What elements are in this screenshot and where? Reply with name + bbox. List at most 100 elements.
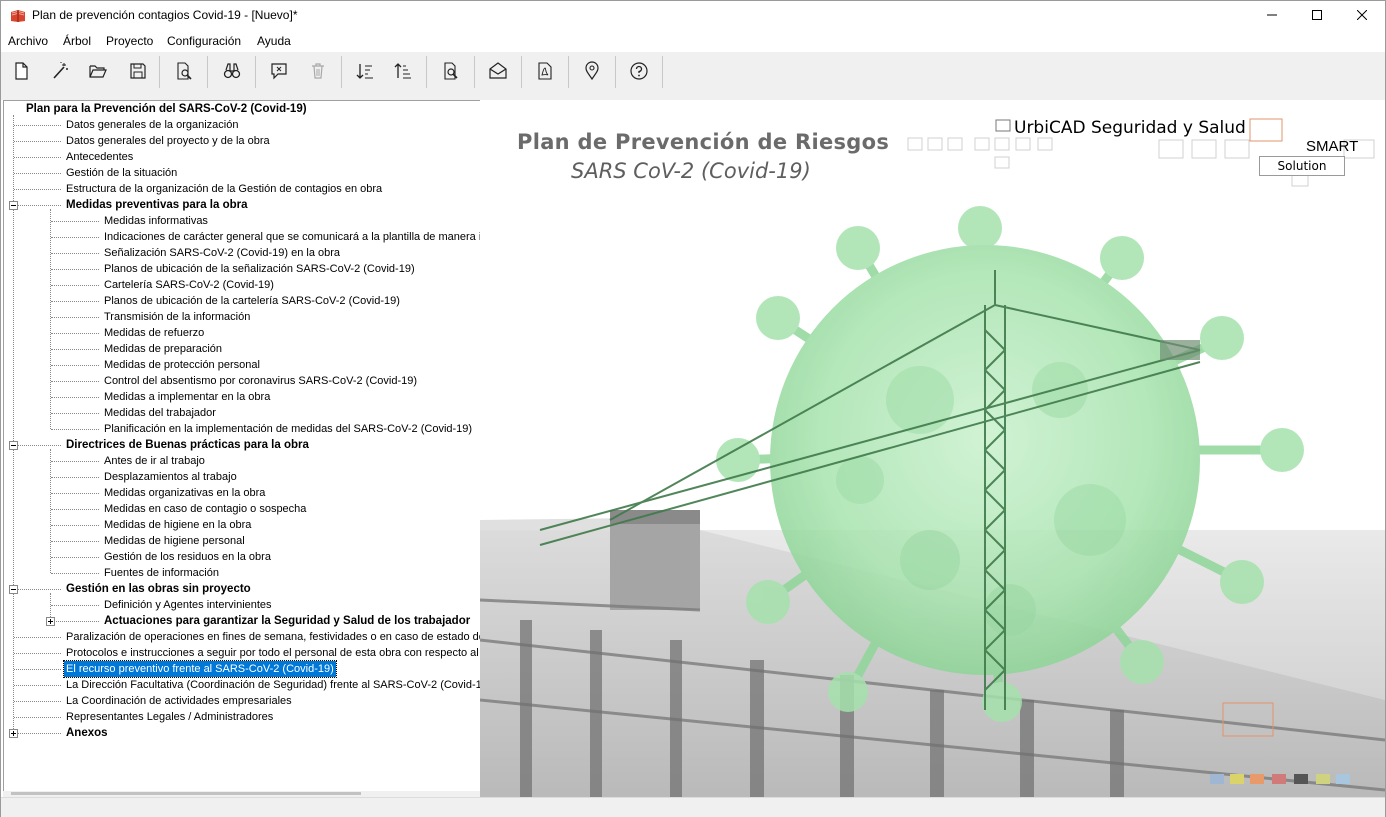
tree-item-label[interactable]: Control del absentismo por coronavirus S… [102,373,419,389]
tree-item[interactable]: Protocolos e instrucciones a seguir por … [4,645,480,661]
tree-item[interactable]: Cartelería SARS-CoV-2 (Covid-19) [4,277,480,293]
tree-item[interactable]: Definición y Agentes intervinientes [4,597,480,613]
expand-icon[interactable] [46,617,55,626]
tree-item-label[interactable]: Planos de ubicación de la cartelería SAR… [102,293,402,309]
tree-item[interactable]: Medidas de protección personal [4,357,480,373]
tree-item[interactable]: Medidas preventivas para la obra [4,197,480,213]
tree-item[interactable]: Planos de ubicación de la señalización S… [4,261,480,277]
close-button[interactable] [1339,1,1385,31]
tree-item-label[interactable]: Indicaciones de carácter general que se … [102,229,480,245]
tree-item-label[interactable]: Planificación en la implementación de me… [102,421,474,437]
tree-item-label[interactable]: Gestión en las obras sin proyecto [64,581,253,597]
tree-item[interactable]: Datos generales de la organización [4,117,480,133]
collapse-icon[interactable] [9,201,18,210]
print-preview-button[interactable] [169,58,199,86]
tree-item[interactable]: Paralización de operaciones en fines de … [4,629,480,645]
tree-item-label[interactable]: Estructura de la organización de la Gest… [64,181,384,197]
tree-item-label[interactable]: Medidas del trabajador [102,405,218,421]
new-document-button[interactable] [6,58,36,86]
tree-item[interactable]: Antes de ir al trabajo [4,453,480,469]
tree-item[interactable]: Medidas organizativas en la obra [4,485,480,501]
tree-item[interactable]: Planificación en la implementación de me… [4,421,480,437]
tree-item[interactable]: Estructura de la organización de la Gest… [4,181,480,197]
sort-descending-button[interactable] [350,58,380,86]
tree-item-label[interactable]: Protocolos e instrucciones a seguir por … [64,645,480,661]
collapse-icon[interactable] [9,441,18,450]
minimize-button[interactable] [1249,1,1295,31]
tree-item-label[interactable]: Datos generales del proyecto y de la obr… [64,133,272,149]
tree-item-label[interactable]: Gestión de los residuos en la obra [102,549,273,565]
tree-item-label[interactable]: Gestión de la situación [64,165,179,181]
tree-root-label[interactable]: Plan para la Prevención del SARS-CoV-2 (… [24,101,309,117]
tree-item-label[interactable]: Paralización de operaciones en fines de … [64,629,480,645]
tree-item[interactable]: Medidas en caso de contagio o sospecha [4,501,480,517]
tree-item-label[interactable]: Medidas a implementar en la obra [102,389,272,405]
tree-item[interactable]: Transmisión de la información [4,309,480,325]
tree-item-label[interactable]: Planos de ubicación de la señalización S… [102,261,417,277]
pdf-button[interactable] [530,58,560,86]
tree-item[interactable]: Medidas informativas [4,213,480,229]
tree-item[interactable]: La Dirección Facultativa (Coordinación d… [4,677,480,693]
tree-item[interactable]: Indicaciones de carácter general que se … [4,229,480,245]
tree-item[interactable]: Antecedentes [4,149,480,165]
tree-item-label[interactable]: Datos generales de la organización [64,117,240,133]
wizard-button[interactable] [45,58,75,86]
menu-ayuda[interactable]: Ayuda [257,34,291,48]
tree-item[interactable]: Medidas de refuerzo [4,325,480,341]
tree-item-label[interactable]: Medidas de higiene en la obra [102,517,253,533]
tree-item-label[interactable]: Medidas organizativas en la obra [102,485,267,501]
tree-item[interactable]: Directrices de Buenas prácticas para la … [4,437,480,453]
tree-item-label[interactable]: Fuentes de información [102,565,221,581]
tree-item-label[interactable]: Medidas de refuerzo [102,325,206,341]
tree-item-label[interactable]: Antes de ir al trabajo [102,453,207,469]
tree-item[interactable]: Medidas a implementar en la obra [4,389,480,405]
tree-view[interactable]: Plan para la Prevención del SARS-CoV-2 (… [3,100,480,797]
tree-item-label-selected[interactable]: El recurso preventivo frente al SARS-CoV… [63,660,337,678]
tree-item-label[interactable]: Medidas informativas [102,213,210,229]
mail-button[interactable] [483,58,513,86]
menu-archivo[interactable]: Archivo [8,34,48,48]
tree-item-label[interactable]: Medidas de protección personal [102,357,262,373]
tree-item-label[interactable]: Medidas de preparación [102,341,224,357]
tree-item-label[interactable]: Actuaciones para garantizar la Seguridad… [102,613,472,629]
tree-item[interactable]: Gestión de los residuos en la obra [4,549,480,565]
scrollbar-thumb[interactable] [11,792,361,795]
tree-item[interactable]: Datos generales del proyecto y de la obr… [4,133,480,149]
tree-item[interactable]: El recurso preventivo frente al SARS-CoV… [4,660,480,678]
tree-item-label[interactable]: Medidas preventivas para la obra [64,197,250,213]
menu-configuracion[interactable]: Configuración [167,34,241,48]
tree-item-label[interactable]: Cartelería SARS-CoV-2 (Covid-19) [102,277,276,293]
tree-item-label[interactable]: Transmisión de la información [102,309,252,325]
tree-item[interactable]: Medidas de preparación [4,341,480,357]
search-button[interactable] [217,58,247,86]
maximize-button[interactable] [1294,1,1340,31]
tree-item[interactable]: Planos de ubicación de la cartelería SAR… [4,293,480,309]
sort-ascending-button[interactable] [388,58,418,86]
tree-item-label[interactable]: Medidas en caso de contagio o sospecha [102,501,308,517]
tree-item[interactable]: Fuentes de información [4,565,480,581]
tree-item[interactable]: Anexos [4,725,480,741]
tree-item-label[interactable]: Directrices de Buenas prácticas para la … [64,437,311,453]
tree-item-label[interactable]: Antecedentes [64,149,135,165]
tree-item[interactable]: Actuaciones para garantizar la Seguridad… [4,613,480,629]
tree-item-label[interactable]: La Coordinación de actividades empresari… [64,693,294,709]
tree-item[interactable]: Gestión en las obras sin proyecto [4,581,480,597]
find-document-button[interactable] [436,58,466,86]
collapse-icon[interactable] [9,585,18,594]
menu-arbol[interactable]: Árbol [63,34,91,48]
tree-item[interactable]: Gestión de la situación [4,165,480,181]
tree-item-label[interactable]: Señalización SARS-CoV-2 (Covid-19) en la… [102,245,342,261]
tree-item-label[interactable]: Desplazamientos al trabajo [102,469,239,485]
menu-proyecto[interactable]: Proyecto [106,34,153,48]
tree-item[interactable]: Medidas de higiene en la obra [4,517,480,533]
tree-item[interactable]: La Coordinación de actividades empresari… [4,693,480,709]
tree-item-label[interactable]: Definición y Agentes intervinientes [102,597,274,613]
tree-item-label[interactable]: Medidas de higiene personal [102,533,247,549]
help-button[interactable] [624,58,654,86]
tree-item[interactable]: Control del absentismo por coronavirus S… [4,373,480,389]
tree-item[interactable]: Señalización SARS-CoV-2 (Covid-19) en la… [4,245,480,261]
comment-button[interactable] [264,58,294,86]
tree-item[interactable]: Representantes Legales / Administradores [4,709,480,725]
tree-item[interactable]: Medidas del trabajador [4,405,480,421]
tree-item-label[interactable]: Anexos [64,725,110,741]
